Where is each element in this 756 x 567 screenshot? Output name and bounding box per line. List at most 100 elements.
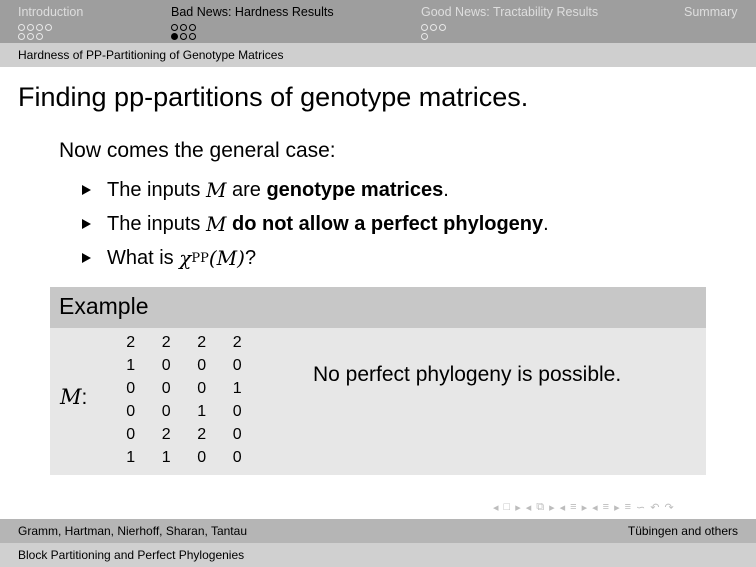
footer-talk-title: Block Partitioning and Perfect Phylogeni… xyxy=(18,548,245,562)
nav-symbol-icon[interactable]: ↶ xyxy=(650,501,659,514)
matrix-row: 0 0 1 0 xyxy=(113,400,255,423)
matrix-cell: 0 xyxy=(232,425,242,443)
matrix-cell: 2 xyxy=(161,333,171,351)
matrix-cell: 0 xyxy=(197,448,207,466)
bullet-item: The inputs M are genotype matrices . xyxy=(80,173,549,207)
current-frame-dot[interactable] xyxy=(171,33,178,40)
math-variable: M xyxy=(205,212,227,236)
nav-symbol-icon[interactable]: ▸ xyxy=(549,501,555,514)
frame-dot[interactable] xyxy=(421,24,428,31)
matrix-cell: 1 xyxy=(126,356,136,374)
frame-dot[interactable] xyxy=(189,33,196,40)
frame-dot[interactable] xyxy=(439,24,446,31)
bullet-text: The inputs xyxy=(107,212,206,235)
matrix-row: 2 2 2 2 xyxy=(113,331,255,354)
matrix-cell: 0 xyxy=(232,448,242,466)
matrix-cell: 0 xyxy=(126,379,136,397)
nav-symbol-icon[interactable]: ▸ xyxy=(614,501,620,514)
nav-section-summary[interactable]: Summary xyxy=(684,5,737,19)
frame-title: Finding pp-partitions of genotype matric… xyxy=(18,82,529,112)
nav-dots-good-news-row1 xyxy=(421,24,446,31)
nav-section-bad-news[interactable]: Bad News: Hardness Results xyxy=(171,5,334,19)
genotype-matrix: 2 2 2 2 1 0 0 0 0 0 0 1 0 0 1 0 0 2 2 0 1 1 0 0 xyxy=(113,331,255,469)
bullet-text: . xyxy=(443,178,449,201)
nav-symbol-icon[interactable]: ◂ xyxy=(526,501,532,514)
bullet-text: are xyxy=(226,178,267,201)
matrix-cell: 0 xyxy=(161,402,171,420)
frame-dot[interactable] xyxy=(180,24,187,31)
bullet-item: The inputs M do not allow a perfect phyl… xyxy=(80,207,549,241)
nav-dots-bad-news-row2 xyxy=(171,33,196,40)
matrix-cell: 2 xyxy=(197,425,207,443)
nav-dots-introduction-row1 xyxy=(18,24,52,31)
nav-symbol-icon[interactable]: □ xyxy=(504,501,511,514)
matrix-cell: 0 xyxy=(197,379,207,397)
nav-symbol-icon[interactable]: ≡ xyxy=(603,501,609,514)
matrix-cell: 0 xyxy=(126,425,136,443)
nav-symbol-icon[interactable]: ⧉ xyxy=(536,501,544,514)
example-block-header: Example xyxy=(50,287,706,328)
bullet-text: The inputs xyxy=(107,178,206,201)
section-navigation-bar: Introduction Bad News: Hardness Results … xyxy=(0,0,756,43)
frame-dot[interactable] xyxy=(430,24,437,31)
nav-section-good-news[interactable]: Good News: Tractability Results xyxy=(421,5,598,19)
nav-symbol-icon[interactable]: ∽ xyxy=(636,501,645,514)
frame-dot[interactable] xyxy=(421,33,428,40)
nav-symbol-icon[interactable]: ◂ xyxy=(493,501,499,514)
nav-dots-introduction-row2 xyxy=(18,33,43,40)
example-block-title: Example xyxy=(59,293,149,319)
bullet-triangle-icon xyxy=(82,185,91,195)
bullet-triangle-icon xyxy=(82,219,91,229)
matrix-cell: 2 xyxy=(232,333,242,351)
frame-dot[interactable] xyxy=(189,24,196,31)
footer-title-bar: Block Partitioning and Perfect Phylogeni… xyxy=(0,543,756,567)
frame-dot[interactable] xyxy=(27,33,34,40)
nav-dots-good-news-row2 xyxy=(421,33,428,40)
matrix-label: M: xyxy=(60,385,87,410)
frame-dot[interactable] xyxy=(45,24,52,31)
nav-symbol-icon[interactable]: ≡ xyxy=(625,501,631,514)
matrix-cell: 2 xyxy=(161,425,171,443)
matrix-cell: 2 xyxy=(197,333,207,351)
nav-symbol-icon[interactable]: ↷ xyxy=(664,501,673,514)
bullet-list: The inputs M are genotype matrices . The… xyxy=(80,173,549,275)
matrix-colon: : xyxy=(81,386,88,409)
frame-dot[interactable] xyxy=(36,33,43,40)
nav-symbol-icon[interactable]: ◂ xyxy=(592,501,598,514)
frame-dot[interactable] xyxy=(36,24,43,31)
nav-symbol-icon[interactable]: ▸ xyxy=(515,501,521,514)
matrix-variable: M xyxy=(60,385,82,409)
example-statement: No perfect phylogeny is possible. xyxy=(313,363,622,386)
matrix-cell: 0 xyxy=(161,356,171,374)
nav-section-introduction[interactable]: Introduction xyxy=(18,5,83,19)
matrix-cell: 1 xyxy=(232,379,242,397)
frame-dot[interactable] xyxy=(18,24,25,31)
frame-dot[interactable] xyxy=(18,33,25,40)
matrix-cell: 0 xyxy=(232,402,242,420)
bullet-emphasis: genotype matrices xyxy=(266,178,444,201)
frame-dot[interactable] xyxy=(180,33,187,40)
subsection-bar: Hardness of PP-Partitioning of Genotype … xyxy=(0,43,756,67)
matrix-row: 1 1 0 0 xyxy=(113,446,255,469)
matrix-cell: 1 xyxy=(197,402,207,420)
footer-institute: Tübingen and others xyxy=(627,524,738,538)
math-variable: M xyxy=(205,178,227,202)
bullet-text: What is xyxy=(107,246,180,269)
matrix-cell: 0 xyxy=(161,379,171,397)
navigation-symbols: ◂ □ ▸ ◂ ⧉ ▸ ◂ ≡ ▸ ◂ ≡ ▸ ≡ ∽ ↶ ↷ xyxy=(493,501,674,514)
matrix-cell: 2 xyxy=(126,333,136,351)
matrix-cell: 0 xyxy=(232,356,242,374)
nav-symbol-icon[interactable]: ◂ xyxy=(560,501,566,514)
nav-symbol-icon[interactable]: ≡ xyxy=(570,501,576,514)
bullet-text: ? xyxy=(244,246,257,269)
example-block-body: M: 2 2 2 2 1 0 0 0 0 0 0 1 0 0 1 0 0 2 2 0 1 1 0 0 No perfect p… xyxy=(50,328,706,475)
frame-dot[interactable] xyxy=(171,24,178,31)
matrix-cell: 0 xyxy=(126,402,136,420)
nav-symbol-icon[interactable]: ▸ xyxy=(582,501,588,514)
matrix-row: 0 2 2 0 xyxy=(113,423,255,446)
footer-authors: Gramm, Hartman, Nierhoff, Sharan, Tantau xyxy=(18,524,247,538)
matrix-row: 0 0 0 1 xyxy=(113,377,255,400)
matrix-row: 1 0 0 0 xyxy=(113,354,255,377)
footer-authors-bar: Gramm, Hartman, Nierhoff, Sharan, Tantau… xyxy=(0,519,756,543)
frame-dot[interactable] xyxy=(27,24,34,31)
